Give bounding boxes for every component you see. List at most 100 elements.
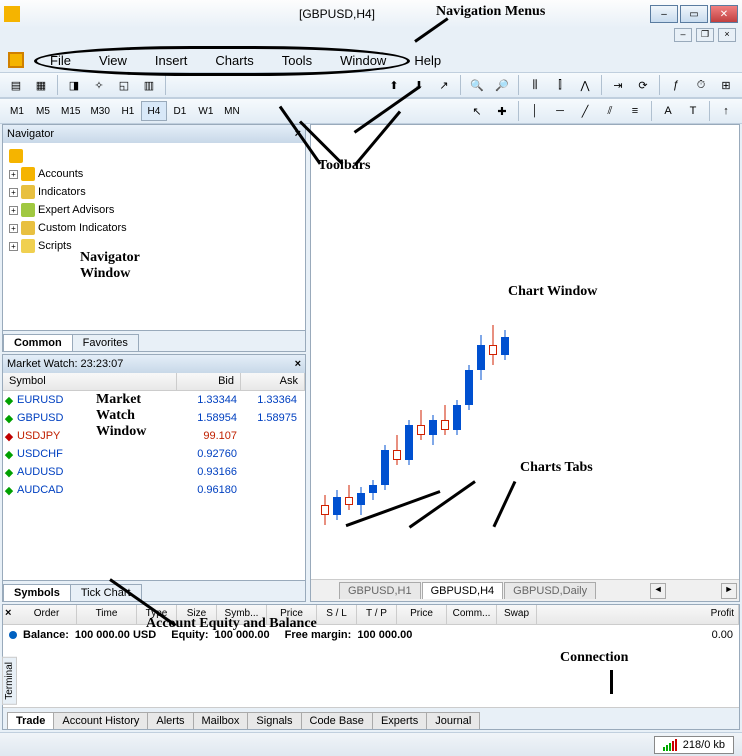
mdi-icon[interactable]: [8, 52, 24, 68]
navigator-icon[interactable]: ✧: [87, 74, 111, 96]
strategy-tester-icon[interactable]: ▥: [137, 74, 161, 96]
child-restore-button[interactable]: ❐: [696, 28, 714, 42]
terminal-col-order[interactable]: Order: [17, 605, 77, 624]
col-ask[interactable]: Ask: [241, 373, 305, 390]
terminal-col-profit[interactable]: Profit: [537, 605, 739, 624]
menu-insert[interactable]: Insert: [141, 50, 202, 71]
fibonacci-icon[interactable]: ≡: [623, 100, 647, 122]
terminal-icon[interactable]: ◱: [112, 74, 136, 96]
periods-icon[interactable]: ⏱: [689, 74, 713, 96]
zoom-out-icon[interactable]: 🔎: [490, 74, 514, 96]
symbol-row-audusd[interactable]: ◆ AUDUSD 0.93166: [3, 463, 305, 481]
expander-icon[interactable]: +: [9, 206, 18, 215]
chart-canvas[interactable]: [311, 125, 739, 579]
tree-item-scripts[interactable]: + Scripts: [5, 237, 303, 255]
timeframe-m15[interactable]: M15: [56, 101, 85, 121]
symbol-row-audcad[interactable]: ◆ AUDCAD 0.96180: [3, 481, 305, 499]
chart-window[interactable]: GBPUSD,H1GBPUSD,H4GBPUSD,Daily ◄ ►: [310, 124, 740, 602]
col-bid[interactable]: Bid: [177, 373, 241, 390]
tree-item-expert-advisors[interactable]: + Expert Advisors: [5, 201, 303, 219]
vertical-line-icon[interactable]: │: [523, 100, 547, 122]
terminal-col-s-l[interactable]: S / L: [317, 605, 357, 624]
trendline-icon[interactable]: ╱: [573, 100, 597, 122]
terminal-col-time[interactable]: Time: [77, 605, 137, 624]
timeframe-w1[interactable]: W1: [193, 101, 219, 121]
timeframe-m1[interactable]: M1: [4, 101, 30, 121]
symbol-row-usdjpy[interactable]: ◆ USDJPY 99.107: [3, 427, 305, 445]
line-chart-icon[interactable]: ⋀: [573, 74, 597, 96]
terminal-col-t-p[interactable]: T / P: [357, 605, 397, 624]
chart-tab-gbpusd-h1[interactable]: GBPUSD,H1: [339, 582, 421, 599]
terminal-col-type[interactable]: Type: [137, 605, 177, 624]
auto-scroll-icon[interactable]: ⟳: [631, 74, 655, 96]
navigator-tabs: CommonFavorites: [3, 330, 305, 351]
tree-item-indicators[interactable]: + Indicators: [5, 183, 303, 201]
menu-help[interactable]: Help: [400, 50, 455, 71]
timeframe-mn[interactable]: MN: [219, 101, 245, 121]
menu-charts[interactable]: Charts: [201, 50, 267, 71]
terminal-col-size[interactable]: Size: [177, 605, 217, 624]
chart-tab-gbpusd-h4[interactable]: GBPUSD,H4: [422, 582, 504, 599]
channel-icon[interactable]: ⫽: [598, 100, 622, 122]
terminal-col-swap[interactable]: Swap: [497, 605, 537, 624]
shift-end-icon[interactable]: ⇥: [606, 74, 630, 96]
text-icon[interactable]: A: [656, 100, 680, 122]
templates-icon[interactable]: ⊞: [714, 74, 738, 96]
menu-tools[interactable]: Tools: [268, 50, 326, 71]
navigator-tab-common[interactable]: Common: [3, 334, 73, 351]
autotrading-icon[interactable]: ↗: [432, 74, 456, 96]
new-order-icon[interactable]: ⬆: [382, 74, 406, 96]
chart-tab-scroll-right[interactable]: ►: [721, 583, 737, 599]
terminal-col-price[interactable]: Price: [267, 605, 317, 624]
terminal-col-comm-[interactable]: Comm...: [447, 605, 497, 624]
arrows-icon[interactable]: ↑: [714, 100, 738, 122]
bar-chart-icon[interactable]: ⫼: [523, 74, 547, 96]
text-label-icon[interactable]: T: [681, 100, 705, 122]
maximize-button[interactable]: ▭: [680, 5, 708, 23]
close-button[interactable]: ✕: [710, 5, 738, 23]
symbol-row-eurusd[interactable]: ◆ EURUSD 1.33344 1.33364: [3, 391, 305, 409]
indicators-icon[interactable]: ƒ: [664, 74, 688, 96]
profiles-icon[interactable]: ▦: [29, 74, 53, 96]
zoom-in-icon[interactable]: 🔍: [465, 74, 489, 96]
timeframe-m5[interactable]: M5: [30, 101, 56, 121]
minimize-button[interactable]: –: [650, 5, 678, 23]
crosshair-icon[interactable]: ✚: [490, 100, 514, 122]
navigator-tab-favorites[interactable]: Favorites: [72, 334, 139, 351]
market-watch-tab-tick-chart[interactable]: Tick Chart: [70, 584, 142, 601]
market-watch-close-icon[interactable]: ×: [295, 358, 301, 370]
metaeditor-icon[interactable]: ⬇: [407, 74, 431, 96]
symbol-row-usdchf[interactable]: ◆ USDCHF 0.92760: [3, 445, 305, 463]
market-watch-icon[interactable]: ◨: [62, 74, 86, 96]
expander-icon[interactable]: +: [9, 242, 18, 251]
child-minimize-button[interactable]: –: [674, 28, 692, 42]
timeframe-d1[interactable]: D1: [167, 101, 193, 121]
expander-icon[interactable]: +: [9, 188, 18, 197]
chart-tab-scroll-left[interactable]: ◄: [650, 583, 666, 599]
timeframe-h1[interactable]: H1: [115, 101, 141, 121]
timeframe-m30[interactable]: M30: [85, 101, 114, 121]
menu-window[interactable]: Window: [326, 50, 400, 71]
candle-chart-icon[interactable]: ⫿: [548, 74, 572, 96]
navigator-close-icon[interactable]: ×: [295, 128, 301, 140]
expander-icon[interactable]: +: [9, 170, 18, 179]
menu-file[interactable]: File: [36, 50, 85, 71]
chart-tab-gbpusd-daily[interactable]: GBPUSD,Daily: [504, 582, 596, 599]
terminal-col-price[interactable]: Price: [397, 605, 447, 624]
symbol-row-gbpusd[interactable]: ◆ GBPUSD 1.58954 1.58975: [3, 409, 305, 427]
new-chart-icon[interactable]: ▤: [4, 74, 28, 96]
horizontal-line-icon[interactable]: ─: [548, 100, 572, 122]
expander-icon[interactable]: +: [9, 224, 18, 233]
menu-view[interactable]: View: [85, 50, 141, 71]
child-close-button[interactable]: ×: [718, 28, 736, 42]
timeframe-h4[interactable]: H4: [141, 101, 167, 121]
tree-item-custom-indicators[interactable]: + Custom Indicators: [5, 219, 303, 237]
terminal-close-icon[interactable]: ×: [5, 607, 11, 619]
tree-item-accounts[interactable]: + Accounts: [5, 165, 303, 183]
tree-root[interactable]: [5, 147, 303, 165]
market-watch-tab-symbols[interactable]: Symbols: [3, 584, 71, 601]
connection-status[interactable]: 218/0 kb: [654, 736, 734, 754]
terminal-col-symb-[interactable]: Symb...: [217, 605, 267, 624]
cursor-icon[interactable]: ↖: [465, 100, 489, 122]
col-symbol[interactable]: Symbol: [3, 373, 177, 390]
